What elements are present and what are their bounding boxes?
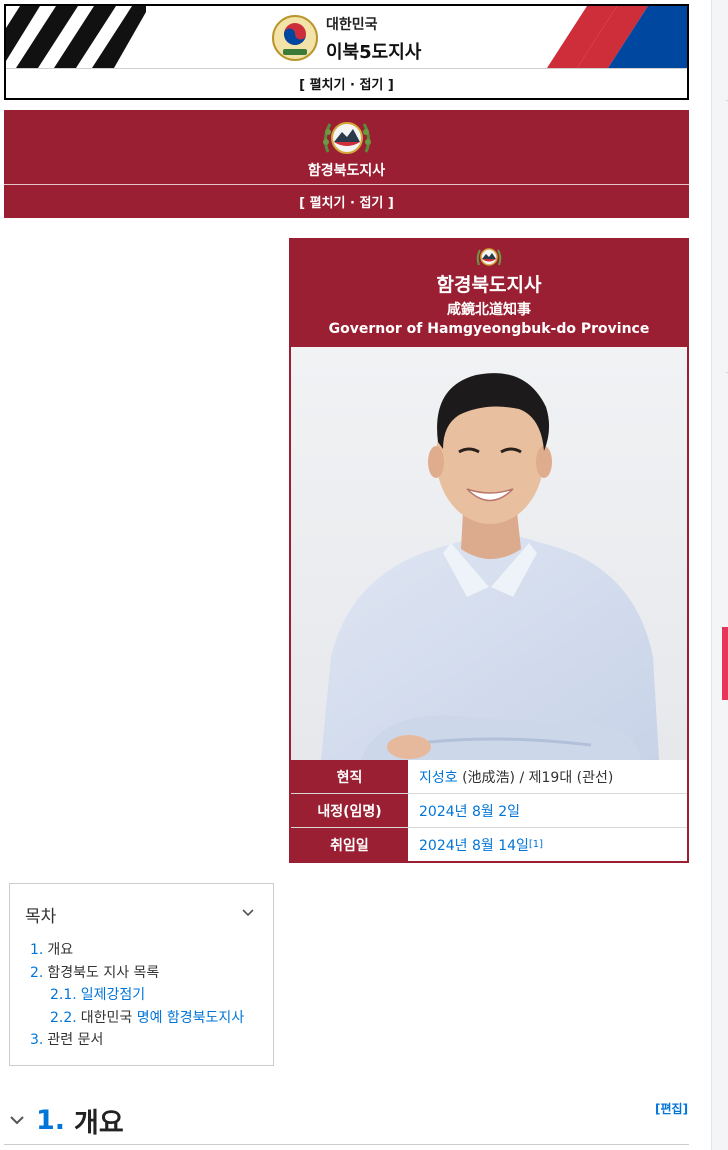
toc-item-link[interactable]: 일제강점기 bbox=[81, 987, 145, 1003]
navbox-divider bbox=[4, 184, 689, 185]
section-heading[interactable]: 1. 개요 bbox=[8, 1098, 124, 1142]
infobox-title-korean: 함경북도지사 bbox=[436, 274, 542, 296]
page-scrollbar[interactable] bbox=[711, 0, 728, 1150]
section-divider bbox=[4, 1144, 689, 1145]
incumbent-name-link[interactable]: 지성호 bbox=[419, 767, 458, 787]
toc-subitem[interactable]: 2.1. 일제강점기 bbox=[30, 984, 244, 1007]
toc-item[interactable]: 3. 관련 문서 bbox=[30, 1029, 244, 1052]
section-title: 개요 bbox=[74, 1107, 124, 1139]
row-label: 취임일 bbox=[291, 828, 408, 861]
navbox-title[interactable]: 이북5도지사 bbox=[326, 38, 421, 64]
toc-item-number[interactable]: 3. bbox=[30, 1032, 43, 1048]
toc-item-number[interactable]: 2.1. bbox=[50, 987, 77, 1003]
navbox-subtitle: 대한민국 bbox=[326, 17, 378, 33]
row-value: 2024년 8월 14일 [1] bbox=[408, 828, 687, 861]
toc-subitem[interactable]: 2.2. 대한민국 명예 함경북도지사 bbox=[30, 1007, 244, 1030]
black-stripes-decoration bbox=[6, 6, 146, 68]
chevron-down-icon[interactable] bbox=[8, 1111, 26, 1129]
hamgyeongbuk-emblem-icon bbox=[323, 122, 371, 154]
footnote-link[interactable]: [1] bbox=[529, 839, 543, 850]
toc-item-link[interactable]: 명예 함경북도지사 bbox=[137, 1010, 245, 1026]
governor-portrait-photo bbox=[291, 347, 687, 760]
toc-list: 1. 개요 2. 함경북도 지사 목록 2.1. 일제강점기 2.2. 대한민국 명예 … bbox=[30, 939, 244, 1052]
infobox-title-hanja: 咸鏡北道知事 bbox=[447, 302, 531, 318]
governor-infobox: 함경북도지사 咸鏡北道知事 Governor of Hamgyeongbuk-d… bbox=[289, 238, 689, 863]
inauguration-date-link[interactable]: 2024년 8월 14일 bbox=[419, 835, 529, 855]
infobox-row-incumbent: 현직 지성호 (池成浩) / 제19대 (관선) bbox=[291, 760, 687, 793]
infobox-header: 함경북도지사 咸鏡北道知事 Governor of Hamgyeongbuk-d… bbox=[291, 240, 687, 347]
navbox-title[interactable]: 함경북도지사 bbox=[4, 160, 689, 180]
infobox-row-appointment: 내정(임명) 2024년 8월 2일 bbox=[291, 793, 687, 827]
toc-heading: 목차 bbox=[25, 907, 57, 927]
infobox-row-inauguration: 취임일 2024년 8월 14일 [1] bbox=[291, 827, 687, 861]
row-label: 현직 bbox=[291, 760, 408, 793]
section-edit-link[interactable]: [편집] bbox=[655, 1100, 688, 1117]
navbox-north-korea-five-provinces: 대한민국 이북5도지사 [ 펼치기 · 접기 ] bbox=[4, 4, 689, 100]
navbox-divider bbox=[6, 68, 687, 69]
scroll-marker bbox=[722, 627, 728, 700]
flag-color-corner-decoration bbox=[547, 6, 687, 68]
row-value: 지성호 (池成浩) / 제19대 (관선) bbox=[408, 760, 687, 793]
row-value: 2024년 8월 2일 bbox=[408, 794, 687, 827]
navbox-expand-collapse-toggle[interactable]: [ 펼치기 · 접기 ] bbox=[6, 74, 687, 93]
section-number[interactable]: 1. bbox=[36, 1105, 65, 1136]
toc-item-number[interactable]: 1. bbox=[30, 942, 43, 958]
appointment-date-link[interactable]: 2024년 8월 2일 bbox=[419, 801, 520, 821]
toc-item-text: 개요 bbox=[47, 942, 74, 958]
incumbent-details: (池成浩) / 제19대 (관선) bbox=[457, 769, 614, 786]
toc-item-text: 관련 문서 bbox=[47, 1032, 104, 1048]
toc-item[interactable]: 2. 함경북도 지사 목록 bbox=[30, 962, 244, 985]
toc-item[interactable]: 1. 개요 bbox=[30, 939, 244, 962]
north-five-provinces-emblem-icon bbox=[272, 15, 318, 61]
toc-item-text: 함경북도 지사 목록 bbox=[47, 964, 160, 981]
row-label: 내정(임명) bbox=[291, 794, 408, 827]
infobox-title-english: Governor of Hamgyeongbuk-do Province bbox=[328, 321, 650, 337]
table-of-contents: 목차 1. 개요 2. 함경북도 지사 목록 2.1. 일제강점기 2.2. 대한민국 … bbox=[9, 883, 274, 1066]
toc-item-number[interactable]: 2. bbox=[30, 965, 43, 981]
hamgyeongbuk-emblem-icon bbox=[476, 248, 502, 266]
toc-item-number[interactable]: 2.2. bbox=[50, 1010, 77, 1026]
chevron-down-icon[interactable] bbox=[240, 904, 256, 920]
toc-item-text: 대한민국 bbox=[80, 1009, 137, 1026]
navbox-expand-collapse-toggle[interactable]: [ 펼치기 · 접기 ] bbox=[4, 192, 689, 211]
infobox-rows: 현직 지성호 (池成浩) / 제19대 (관선) 내정(임명) 2024년 8월… bbox=[291, 760, 687, 861]
navbox-hamgyeongbuk-governor: 함경북도지사 [ 펼치기 · 접기 ] bbox=[4, 110, 689, 218]
